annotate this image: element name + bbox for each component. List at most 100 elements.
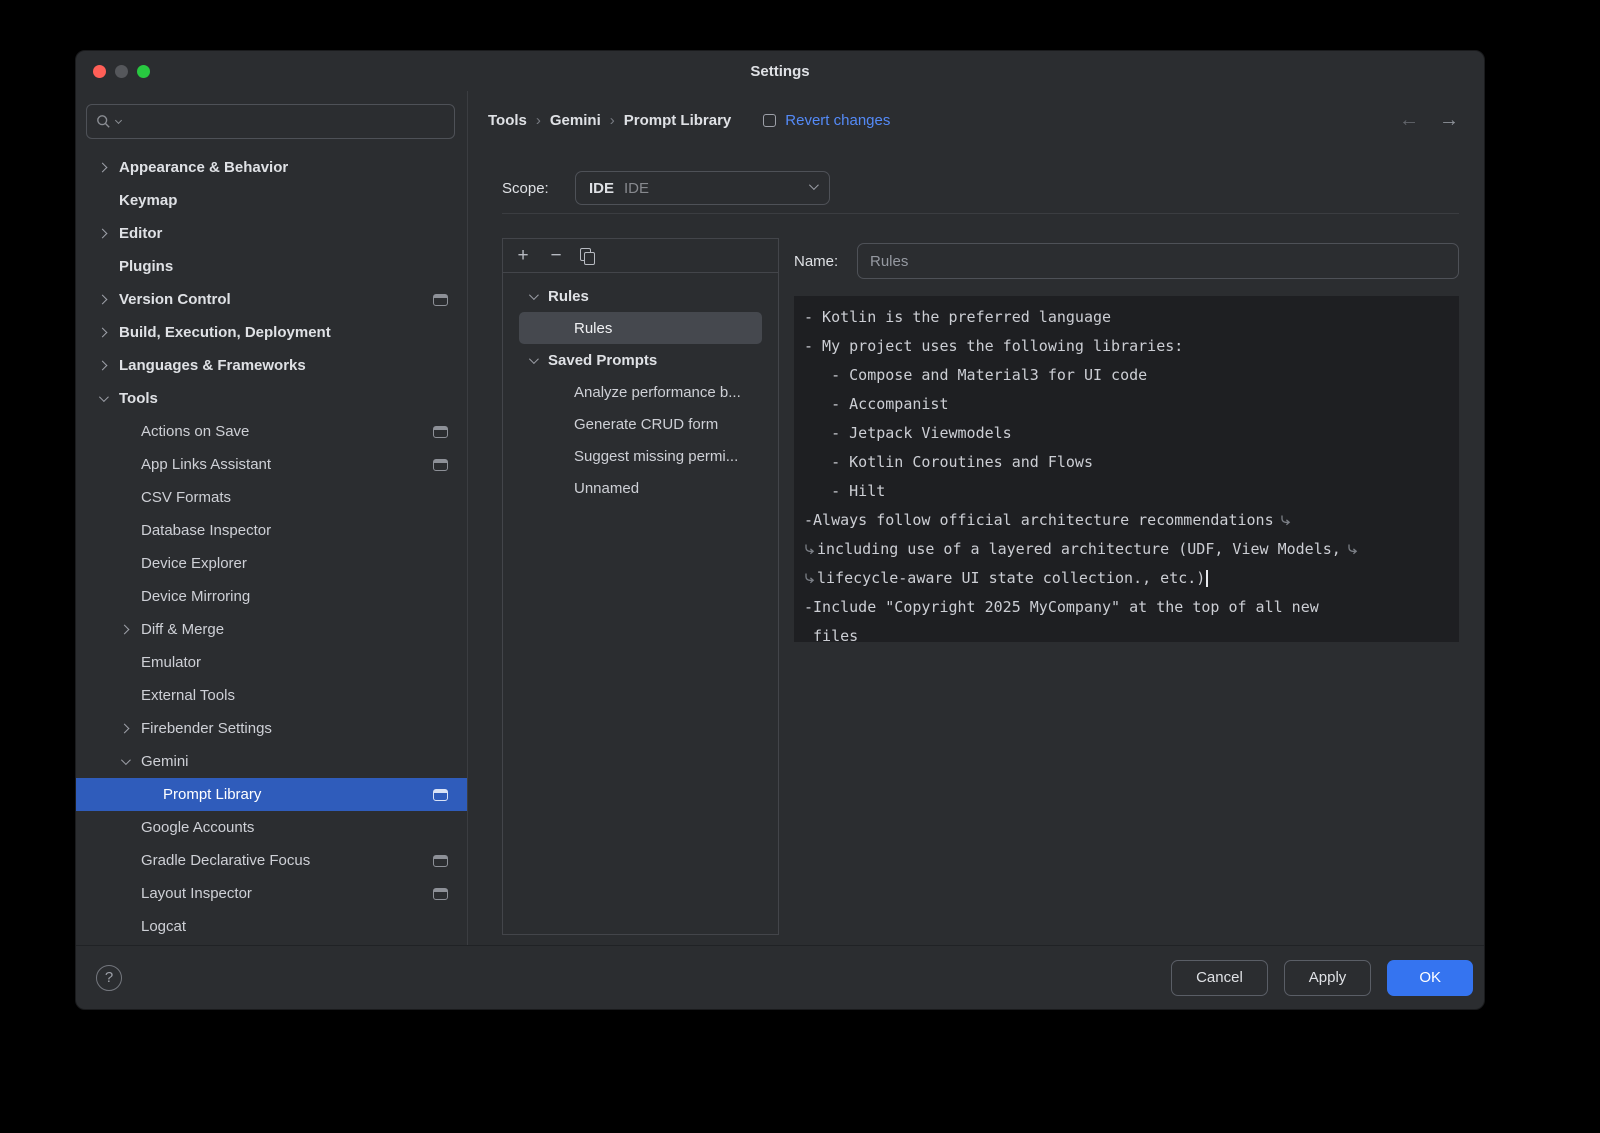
prompt-item-rules[interactable]: Rules [519, 312, 762, 344]
prompt-library-panes: + − RulesRulesSaved PromptsAnalyze perfo… [502, 238, 1459, 935]
chevron-down-icon [809, 180, 819, 190]
sidebar-item-firebender-settings[interactable]: Firebender Settings [76, 712, 467, 745]
sidebar-item-label: Prompt Library [163, 786, 261, 803]
editor-line: including use of a layered architecture … [804, 535, 1449, 564]
editor-line: -Always follow official architecture rec… [804, 506, 1449, 535]
scope-label: Scope: [502, 180, 575, 197]
section-divider [502, 213, 1459, 214]
sidebar-item-label: Languages & Frameworks [119, 357, 306, 374]
prompt-group-rules[interactable]: Rules [519, 280, 762, 312]
cancel-button[interactable]: Cancel [1171, 960, 1268, 996]
sidebar-item-build-execution-deployment[interactable]: Build, Execution, Deployment [76, 316, 467, 349]
sidebar-item-database-inspector[interactable]: Database Inspector [76, 514, 467, 547]
chevron-down-icon [529, 293, 548, 300]
editor-line: lifecycle-aware UI state collection., et… [804, 564, 1449, 593]
help-button[interactable]: ? [96, 965, 122, 991]
sidebar-item-appearance-behavior[interactable]: Appearance & Behavior [76, 151, 467, 184]
editor-line-text: - Kotlin Coroutines and Flows [804, 453, 1093, 471]
sidebar-item-languages-frameworks[interactable]: Languages & Frameworks [76, 349, 467, 382]
editor-line-text: - Compose and Material3 for UI code [804, 366, 1147, 384]
sidebar-item-prompt-library[interactable]: Prompt Library [76, 778, 467, 811]
ok-button[interactable]: OK [1387, 960, 1473, 996]
sidebar-item-label: Gradle Declarative Focus [141, 852, 310, 869]
breadcrumb-row: Tools›Gemini›Prompt Library Revert chang… [488, 97, 1459, 143]
text-caret [1206, 570, 1208, 587]
breadcrumb-separator: › [536, 112, 541, 129]
ide-scope-icon [433, 426, 448, 438]
editor-line-text: - Accompanist [804, 395, 949, 413]
sidebar-item-actions-on-save[interactable]: Actions on Save [76, 415, 467, 448]
ide-scope-icon [433, 294, 448, 306]
prompt-group-saved-prompts[interactable]: Saved Prompts [519, 344, 762, 376]
ide-scope-icon [433, 789, 448, 801]
remove-prompt-button[interactable]: − [547, 246, 565, 265]
breadcrumb-item-tools[interactable]: Tools [488, 112, 527, 129]
ide-scope-icon [433, 459, 448, 471]
editor-line: - Compose and Material3 for UI code [804, 361, 1449, 390]
prompt-item-label: Suggest missing permi... [574, 448, 738, 465]
editor-line: - Jetpack Viewmodels [804, 419, 1449, 448]
desktop-background: { "window": { "title": "Settings" }, "si… [0, 0, 1600, 1133]
sidebar-item-keymap[interactable]: Keymap [76, 184, 467, 217]
search-icon [96, 114, 111, 129]
sidebar-item-app-links-assistant[interactable]: App Links Assistant [76, 448, 467, 481]
prompt-item-generate-crud-form[interactable]: Generate CRUD form [519, 408, 762, 440]
zoom-button[interactable] [137, 65, 150, 78]
duplicate-prompt-button[interactable] [580, 248, 594, 264]
prompt-text-editor[interactable]: - Kotlin is the preferred language- My p… [794, 296, 1459, 642]
sidebar-item-logcat[interactable]: Logcat [76, 910, 467, 943]
sidebar-item-tools[interactable]: Tools [76, 382, 467, 415]
settings-window: Settings Appearance & BehaviorKeymapEdit… [75, 50, 1485, 1010]
minimize-button[interactable] [115, 65, 128, 78]
scope-select[interactable]: IDE IDE [575, 171, 830, 205]
editor-line-text: - Jetpack Viewmodels [804, 424, 1012, 442]
revert-changes-label: Revert changes [785, 112, 890, 129]
close-button[interactable] [93, 65, 106, 78]
sidebar-item-gemini[interactable]: Gemini [76, 745, 467, 778]
ide-scope-icon [433, 888, 448, 900]
editor-line: files [804, 622, 1449, 642]
sidebar-item-emulator[interactable]: Emulator [76, 646, 467, 679]
prompt-item-analyze-performance-b[interactable]: Analyze performance b... [519, 376, 762, 408]
breadcrumb-item-gemini[interactable]: Gemini [550, 112, 601, 129]
sidebar-item-google-accounts[interactable]: Google Accounts [76, 811, 467, 844]
sidebar-item-label: Actions on Save [141, 423, 249, 440]
sidebar-item-plugins[interactable]: Plugins [76, 250, 467, 283]
prompt-item-unnamed[interactable]: Unnamed [519, 472, 762, 504]
chevron-right-icon [92, 362, 119, 369]
breadcrumb-item-prompt-library[interactable]: Prompt Library [624, 112, 732, 129]
editor-line-text: - My project uses the following librarie… [804, 337, 1183, 355]
dialog-footer: ? Cancel Apply OK [76, 945, 1484, 1009]
prompt-name-input[interactable] [857, 243, 1459, 279]
soft-wrap-end-icon [1280, 508, 1291, 537]
forward-arrow-icon[interactable]: → [1439, 110, 1459, 130]
prompt-item-suggest-missing-permi[interactable]: Suggest missing permi... [519, 440, 762, 472]
titlebar: Settings [76, 51, 1484, 91]
sidebar-item-layout-inspector[interactable]: Layout Inspector [76, 877, 467, 910]
soft-wrap-start-icon [804, 566, 815, 595]
settings-tree: Appearance & BehaviorKeymapEditorPlugins… [76, 151, 467, 945]
sidebar-item-diff-merge[interactable]: Diff & Merge [76, 613, 467, 646]
search-input[interactable] [126, 114, 445, 130]
sidebar-item-label: Firebender Settings [141, 720, 272, 737]
window-controls [93, 51, 150, 91]
search-history-chevron-icon [115, 117, 122, 124]
add-prompt-button[interactable]: + [514, 246, 532, 265]
prompt-item-label: Analyze performance b... [574, 384, 741, 401]
prompt-item-label: Generate CRUD form [574, 416, 718, 433]
sidebar-item-label: Google Accounts [141, 819, 254, 836]
apply-button[interactable]: Apply [1284, 960, 1372, 996]
name-label: Name: [794, 253, 844, 270]
sidebar-item-gradle-declarative-focus[interactable]: Gradle Declarative Focus [76, 844, 467, 877]
back-arrow-icon[interactable]: ← [1399, 110, 1419, 130]
sidebar-item-device-explorer[interactable]: Device Explorer [76, 547, 467, 580]
settings-search[interactable] [86, 104, 455, 139]
sidebar-item-external-tools[interactable]: External Tools [76, 679, 467, 712]
sidebar-item-device-mirroring[interactable]: Device Mirroring [76, 580, 467, 613]
sidebar-item-csv-formats[interactable]: CSV Formats [76, 481, 467, 514]
prompt-name-row: Name: [794, 243, 1459, 279]
sidebar-item-editor[interactable]: Editor [76, 217, 467, 250]
editor-line-text: - Hilt [804, 482, 885, 500]
sidebar-item-version-control[interactable]: Version Control [76, 283, 467, 316]
revert-changes-button[interactable]: Revert changes [763, 112, 890, 129]
